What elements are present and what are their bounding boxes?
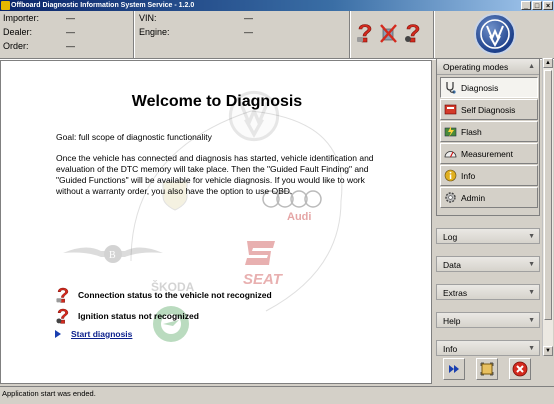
ignition-question-icon [404, 22, 422, 44]
vehicle-status-question-icon [356, 22, 374, 44]
section-data[interactable]: Data ▼ [436, 256, 540, 272]
exit-icon [512, 361, 528, 377]
mode-label: Info [461, 170, 476, 181]
section-log[interactable]: Log ▼ [436, 228, 540, 244]
chevron-down-icon: ▼ [528, 261, 535, 268]
order-label: Order: [3, 41, 29, 51]
capture-icon [480, 362, 494, 376]
app-icon [1, 1, 10, 10]
exit-button[interactable] [509, 358, 531, 380]
info-icon [444, 169, 457, 182]
vw-logo [474, 13, 516, 55]
chevron-down-icon: ▼ [528, 289, 535, 296]
section-label: Log [443, 232, 458, 242]
section-label: Info [443, 344, 458, 354]
start-diagnosis-link[interactable]: Start diagnosis [71, 329, 132, 339]
scroll-down-button[interactable]: ▼ [543, 346, 553, 356]
mode-label: Self Diagnosis [461, 104, 516, 115]
chevron-down-icon: ▼ [528, 233, 535, 240]
chevron-up-icon: ▲ [528, 63, 535, 70]
measurement-icon [444, 147, 457, 160]
section-label: Data [443, 260, 461, 270]
importer-label: Importer: [3, 13, 40, 23]
mode-diagnosis[interactable]: Diagnosis [440, 77, 538, 98]
connection-crossed-icon [380, 22, 398, 44]
operating-modes-header[interactable]: Operating modes ▲ [437, 59, 539, 75]
header-divider [349, 11, 351, 58]
goal-text: Goal: full scope of diagnostic functiona… [56, 132, 212, 142]
dealer-label: Dealer: [3, 27, 33, 37]
window-title: Offboard Diagnostic Information System S… [11, 2, 195, 9]
screenshot-button[interactable] [476, 358, 498, 380]
action-buttons [436, 358, 552, 384]
order-value: — [66, 41, 75, 51]
section-extras[interactable]: Extras ▼ [436, 284, 540, 300]
chevron-down-icon: ▼ [528, 317, 535, 324]
ignition-status-row: Ignition status not recognized [54, 307, 199, 325]
section-label: Help [443, 316, 461, 326]
mode-label: Measurement [461, 148, 513, 159]
stethoscope-icon [444, 81, 457, 94]
header-divider [133, 11, 135, 58]
mode-label: Diagnosis [461, 82, 499, 93]
dealer-value: — [66, 27, 75, 37]
chevron-down-icon: ▼ [528, 345, 535, 352]
connection-status-row: Connection status to the vehicle not rec… [54, 286, 272, 304]
mode-flash[interactable]: Flash [440, 121, 538, 142]
status-text: Application start was ended. [2, 389, 96, 398]
ignition-status-text: Ignition status not recognized [78, 311, 199, 321]
title-bar: Offboard Diagnostic Information System S… [0, 0, 554, 11]
navigation-sidebar: Operating modes ▲ Diagnosis Self Diagnos… [434, 58, 554, 384]
maximize-button[interactable]: □ [532, 1, 542, 10]
mode-admin[interactable]: Admin [440, 187, 538, 208]
mode-self-diagnosis[interactable]: Self Diagnosis [440, 99, 538, 120]
vin-value: — [244, 13, 253, 23]
importer-value: — [66, 13, 75, 23]
close-button[interactable]: × [543, 1, 553, 10]
start-diagnosis-row[interactable]: Start diagnosis [55, 329, 132, 339]
section-label: Extras [443, 288, 468, 298]
admin-icon [444, 191, 457, 204]
mode-info[interactable]: Info [440, 165, 538, 186]
mode-label: Admin [461, 192, 486, 203]
engine-value: — [244, 27, 253, 37]
engine-label: Engine: [139, 27, 170, 37]
sidebar-scrollbar[interactable]: ▲ ▼ [542, 58, 553, 356]
minimize-button[interactable]: _ [521, 1, 531, 10]
welcome-panel: Audi B SEAT ŠKODA Welcome to Diagnosis G… [0, 60, 432, 384]
self-diagnosis-icon [444, 103, 457, 116]
mode-label: Flash [461, 126, 482, 137]
fast-forward-icon [449, 365, 459, 373]
mode-measurement[interactable]: Measurement [440, 143, 538, 164]
status-bar: Application start was ended. [0, 386, 554, 404]
intro-paragraph: Once the vehicle has connected and diagn… [56, 153, 374, 196]
section-help[interactable]: Help ▼ [436, 312, 540, 328]
vehicle-info-header: Importer: — Dealer: — Order: — VIN: — En… [0, 11, 554, 60]
ignition-question-icon [54, 307, 72, 325]
connection-status-text: Connection status to the vehicle not rec… [78, 290, 272, 300]
flash-icon [444, 125, 457, 138]
operating-modes-title: Operating modes [443, 62, 509, 72]
operating-modes-panel: Operating modes ▲ Diagnosis Self Diagnos… [436, 58, 540, 216]
scroll-up-button[interactable]: ▲ [543, 58, 553, 68]
next-button[interactable] [443, 358, 465, 380]
vin-label: VIN: [139, 13, 157, 23]
page-title: Welcome to Diagnosis [131, 93, 303, 110]
header-divider [433, 11, 435, 58]
section-info[interactable]: Info ▼ [436, 340, 540, 356]
scroll-thumb[interactable] [544, 70, 552, 320]
connection-question-icon [54, 286, 72, 304]
play-arrow-icon [55, 330, 61, 338]
